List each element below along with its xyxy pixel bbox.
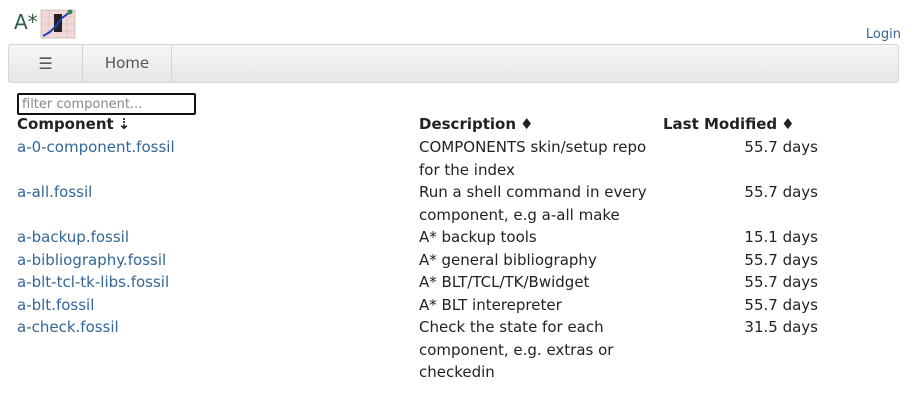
description-column-header[interactable]: Description ♦ [417, 115, 661, 136]
last-modified-cell: 15.1 days [744, 228, 818, 246]
component-cell: a-all.fossil [15, 181, 417, 226]
component-link[interactable]: a-blt.fossil [17, 296, 94, 314]
component-header-label: Component [17, 115, 114, 133]
last-modified-cell: 55.7 days [744, 183, 818, 201]
last-modified-cell: 55.7 days [744, 295, 818, 314]
last-modified-header-label: Last Modified [663, 115, 778, 133]
components-table: Component ⇣ Description ♦ Last Modified ♦ a… [15, 115, 820, 384]
component-cell: a-backup.fossil [15, 226, 417, 249]
menu-icon[interactable]: ☰ [9, 45, 83, 82]
table-row: a-blt-tcl-tk-libs.fossil A* BLT/TCL/TK/Bw… [15, 271, 820, 294]
table-header-row: Component ⇣ Description ♦ Last Modified ♦ [15, 115, 820, 136]
component-column-header[interactable]: Component ⇣ [15, 115, 417, 136]
last-modified-column-header[interactable]: Last Modified ♦ [661, 115, 820, 136]
component-link[interactable]: a-all.fossil [17, 183, 92, 201]
component-cell: a-0-component.fossil [15, 136, 417, 181]
table-row: a-blt.fossil A* BLT interepreter 55.7 days [15, 294, 820, 317]
description-cell: A* BLT/TCL/TK/Bwidget [419, 273, 590, 291]
logo-text: A* [14, 10, 38, 34]
home-link[interactable]: Home [83, 45, 172, 82]
component-link[interactable]: a-check.fossil [17, 318, 119, 336]
last-modified-cell: 55.7 days [744, 250, 818, 269]
table-row: a-bibliography.fossil A* general bibliogr… [15, 249, 820, 272]
description-cell: A* general bibliography [419, 250, 597, 269]
logo-graphic-icon [40, 9, 76, 39]
last-modified-cell: 55.7 days [744, 138, 818, 156]
component-link[interactable]: a-bibliography.fossil [17, 251, 166, 269]
table-row: a-0-component.fossil COMPONENTS skin/setu… [15, 136, 820, 181]
login-link[interactable]: Login [866, 27, 901, 42]
sort-icon: ♦ [781, 115, 795, 133]
navbar: ☰ Home [8, 44, 899, 83]
sort-icon: ♦ [520, 115, 534, 133]
component-cell: a-blt-tcl-tk-libs.fossil [15, 271, 417, 294]
description-cell: A* backup tools [419, 228, 537, 246]
table-row: a-backup.fossil A* backup tools 15.1 days [15, 226, 820, 249]
last-modified-cell: 55.7 days [744, 273, 818, 291]
last-modified-cell: 31.5 days [744, 318, 818, 336]
description-cell: Check the state for each component, e.g.… [419, 318, 614, 381]
component-link[interactable]: a-0-component.fossil [17, 138, 175, 156]
component-cell: a-check.fossil [15, 316, 417, 384]
component-link[interactable]: a-blt-tcl-tk-libs.fossil [17, 273, 169, 291]
table-row: a-all.fossil Run a shell command in every… [15, 181, 820, 226]
header: A* Login [0, 0, 918, 44]
description-cell: Run a shell command in every component, … [419, 183, 647, 224]
description-header-label: Description [419, 115, 517, 133]
logo[interactable]: A* [14, 8, 78, 42]
table-body: a-0-component.fossil COMPONENTS skin/setu… [15, 136, 820, 384]
filter-component-input[interactable] [17, 93, 196, 115]
component-link[interactable]: a-backup.fossil [17, 228, 129, 246]
description-cell: COMPONENTS skin/setup repo for the index [419, 138, 647, 179]
component-cell: a-blt.fossil [15, 294, 417, 317]
sort-down-icon: ⇣ [117, 115, 131, 133]
description-cell: A* BLT interepreter [419, 295, 562, 314]
component-cell: a-bibliography.fossil [15, 249, 417, 272]
table-row: a-check.fossil Check the state for each c… [15, 316, 820, 384]
